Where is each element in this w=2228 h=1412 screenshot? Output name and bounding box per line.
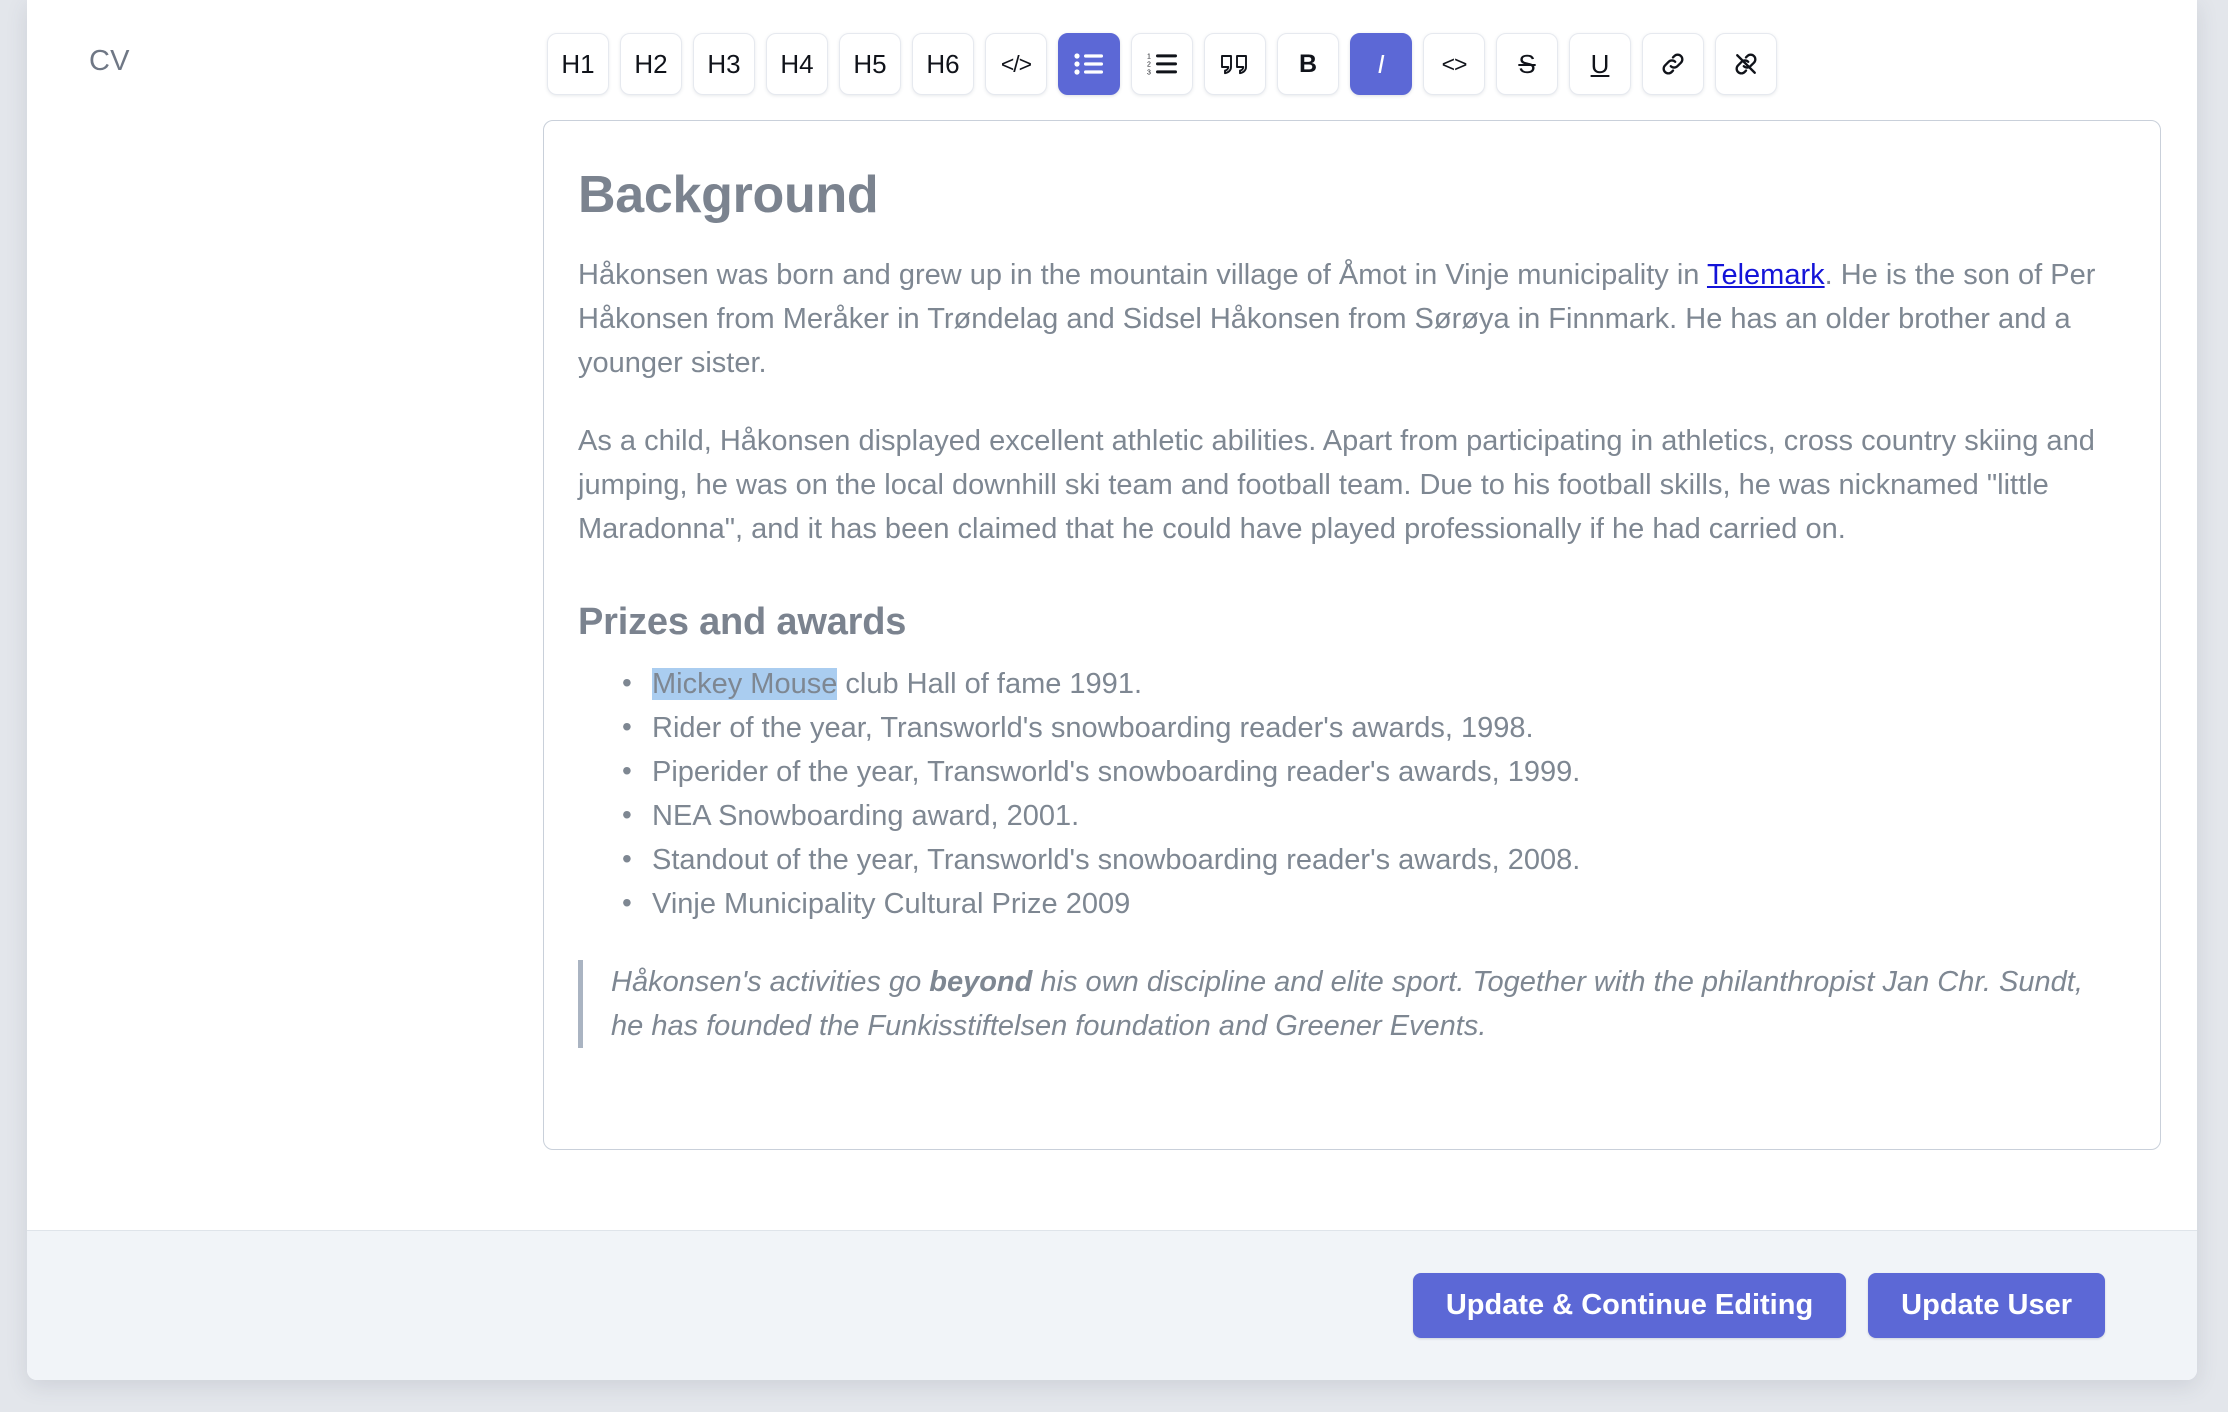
toolbar-label-h6: H6: [926, 51, 959, 77]
update-user-button[interactable]: Update User: [1868, 1273, 2105, 1338]
toolbar-label-h2: H2: [634, 51, 667, 77]
bullet-list-icon: [1074, 52, 1104, 76]
list-item: NEA Snowboarding award, 2001.: [622, 794, 2112, 838]
toolbar-button-blockquote[interactable]: [1204, 33, 1266, 95]
svg-text:1: 1: [1147, 54, 1151, 61]
modal-footer: Update & Continue Editing Update User: [27, 1230, 2197, 1380]
doc-paragraph-1: Håkonsen was born and grew up in the mou…: [578, 253, 2112, 385]
quote-marks-icon: [1219, 52, 1251, 76]
doc-blockquote: Håkonsen's activities go beyond his own …: [578, 960, 2112, 1048]
paragraph-1-before-link: Håkonsen was born and grew up in the mou…: [578, 259, 1707, 291]
list-item: Rider of the year, Transworld's snowboar…: [622, 706, 2112, 750]
list-item: Vinje Municipality Cultural Prize 2009: [622, 882, 2112, 926]
toolbar-label-underline: U: [1591, 51, 1610, 77]
toolbar-button-code-block[interactable]: </>: [985, 33, 1047, 95]
toolbar-button-bold[interactable]: B: [1277, 33, 1339, 95]
toolbar-label-strikethrough: S: [1518, 51, 1535, 77]
list-item-text: club Hall of fame 1991.: [837, 668, 1142, 700]
toolbar-button-inline-code[interactable]: <>: [1423, 33, 1485, 95]
inline-code-icon: <>: [1442, 53, 1467, 76]
quote-part-1: Håkonsen's activities go: [611, 966, 929, 998]
rich-text-editor[interactable]: Background Håkonsen was born and grew up…: [543, 120, 2161, 1150]
toolbar-button-h4[interactable]: H4: [766, 33, 828, 95]
toolbar-button-italic[interactable]: I: [1350, 33, 1412, 95]
svg-text:2: 2: [1147, 62, 1151, 69]
code-brackets-icon: </>: [1001, 53, 1031, 76]
toolbar-button-link[interactable]: [1642, 33, 1704, 95]
toolbar-button-h6[interactable]: H6: [912, 33, 974, 95]
list-item-text: Piperider of the year, Transworld's snow…: [652, 756, 1580, 788]
svg-text:3: 3: [1147, 70, 1151, 77]
ordered-list-icon: 1 2 3: [1147, 52, 1178, 76]
toolbar-label-h4: H4: [780, 51, 813, 77]
toolbar-button-unlink[interactable]: [1715, 33, 1777, 95]
list-item-text: NEA Snowboarding award, 2001.: [652, 800, 1079, 832]
list-item-text: Vinje Municipality Cultural Prize 2009: [652, 888, 1130, 920]
unlink-icon: [1732, 50, 1760, 78]
modal-body: CV H1 H2 H3 H4 H5 H6 </>: [27, 0, 2197, 1230]
toolbar-button-h2[interactable]: H2: [620, 33, 682, 95]
telemark-link[interactable]: Telemark: [1707, 259, 1825, 291]
prizes-list: Mickey Mouse club Hall of fame 1991. Rid…: [578, 662, 2112, 926]
toolbar-label-h1: H1: [561, 51, 594, 77]
toolbar-label-h5: H5: [853, 51, 886, 77]
edit-user-modal: CV H1 H2 H3 H4 H5 H6 </>: [27, 0, 2197, 1380]
doc-heading-background: Background: [578, 165, 2112, 225]
toolbar-label-italic: I: [1377, 51, 1384, 77]
rich-text-toolbar: H1 H2 H3 H4 H5 H6 </>: [547, 33, 1777, 95]
toolbar-button-underline[interactable]: U: [1569, 33, 1631, 95]
list-item: Piperider of the year, Transworld's snow…: [622, 750, 2112, 794]
quote-bold-word: beyond: [929, 966, 1032, 998]
toolbar-label-bold: B: [1299, 52, 1317, 77]
cv-field-label: CV: [89, 45, 130, 78]
doc-heading-prizes: Prizes and awards: [578, 601, 2112, 644]
list-item: Standout of the year, Transworld's snowb…: [622, 838, 2112, 882]
link-icon: [1659, 50, 1687, 78]
toolbar-button-strikethrough[interactable]: S: [1496, 33, 1558, 95]
editor-content[interactable]: Background Håkonsen was born and grew up…: [544, 121, 2160, 1088]
list-item-text: Rider of the year, Transworld's snowboar…: [652, 712, 1534, 744]
list-item-text: Standout of the year, Transworld's snowb…: [652, 844, 1580, 876]
toolbar-button-h5[interactable]: H5: [839, 33, 901, 95]
toolbar-button-h3[interactable]: H3: [693, 33, 755, 95]
update-continue-editing-button[interactable]: Update & Continue Editing: [1413, 1273, 1846, 1338]
toolbar-label-h3: H3: [707, 51, 740, 77]
toolbar-button-ordered-list[interactable]: 1 2 3: [1131, 33, 1193, 95]
toolbar-button-bullet-list[interactable]: [1058, 33, 1120, 95]
doc-paragraph-2: As a child, Håkonsen displayed excellent…: [578, 419, 2112, 551]
list-item: Mickey Mouse club Hall of fame 1991.: [622, 662, 2112, 706]
selected-text: Mickey Mouse: [652, 668, 837, 700]
toolbar-button-h1[interactable]: H1: [547, 33, 609, 95]
